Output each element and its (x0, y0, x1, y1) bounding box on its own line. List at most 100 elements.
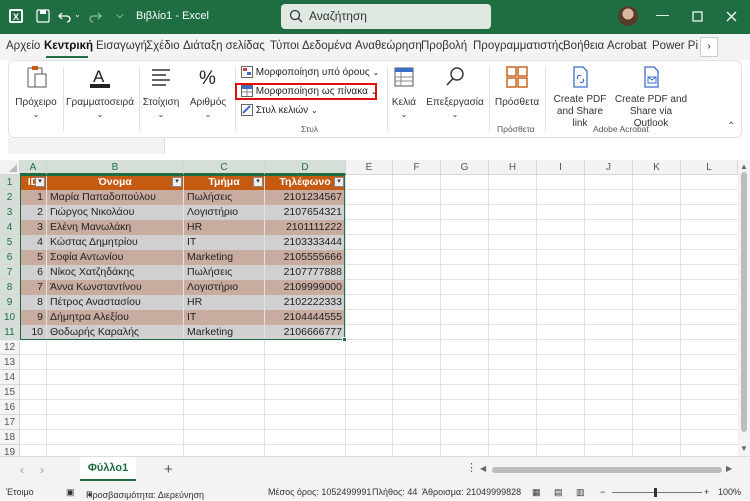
row-header-3[interactable]: 3 (0, 205, 20, 220)
page-break-view-icon[interactable]: ▥ (576, 487, 585, 498)
tab-formulas[interactable]: Τύποι (270, 40, 299, 52)
gridline-horizontal (20, 369, 738, 370)
minimize-icon[interactable]: — (656, 7, 669, 22)
alignment-button[interactable]: Στοίχιση ⌄ (141, 65, 181, 121)
column-header-e[interactable]: E (346, 160, 393, 175)
tab-design[interactable]: Σχέδιο (146, 40, 180, 52)
create-pdf-outlook-button[interactable]: Create PDF and Share via Outlook (613, 65, 689, 130)
avatar[interactable] (618, 6, 638, 26)
row-header-11[interactable]: 11 (0, 325, 20, 340)
scroll-up-icon[interactable]: ▲ (740, 162, 748, 171)
styles-group-label: Στυλ (301, 124, 319, 134)
row-header-12[interactable]: 12 (0, 340, 20, 355)
font-button[interactable]: A Γραμματοσειρά ⌄ (65, 65, 135, 121)
row-header-16[interactable]: 16 (0, 400, 20, 415)
column-header-b[interactable]: B (47, 160, 184, 175)
ribbon-collapse-icon[interactable]: ⌃ (727, 121, 735, 132)
tab-page-layout[interactable]: Διάταξη σελίδας (183, 40, 265, 52)
normal-view-icon[interactable]: ▦ (532, 487, 541, 498)
tab-developer[interactable]: Προγραμματιστής (473, 40, 564, 52)
zoom-slider-thumb[interactable] (654, 488, 657, 497)
row-header-2[interactable]: 2 (0, 190, 20, 205)
add-sheet-icon[interactable]: + (164, 461, 173, 478)
column-header-h[interactable]: H (489, 160, 537, 175)
gridline-horizontal (20, 414, 738, 415)
alignment-label: Στοίχιση (142, 97, 180, 108)
scroll-down-icon[interactable]: ▼ (740, 444, 748, 453)
cell-styles-button[interactable]: Στυλ κελιών ⌄ (241, 103, 361, 119)
column-header-i[interactable]: I (537, 160, 585, 175)
maximize-icon[interactable] (692, 11, 703, 22)
clipboard-button[interactable]: Πρόχειρο ⌄ (11, 65, 61, 121)
worksheet-grid[interactable]: ABCDEFGHIJKL 1 2 3 4 5 6 7 8 9 10 11 12 13 14 15 16 17 18… (0, 160, 738, 456)
column-header-j[interactable]: J (585, 160, 633, 175)
scroll-right-icon[interactable]: ▶ (726, 464, 732, 473)
zoom-slider[interactable] (612, 488, 702, 497)
page-layout-view-icon[interactable]: ▤ (554, 487, 563, 498)
undo-dropdown-icon[interactable]: ⌄ (74, 10, 81, 19)
row-header-14[interactable]: 14 (0, 370, 20, 385)
tab-insert[interactable]: Εισαγωγή (96, 40, 147, 52)
next-sheet-icon[interactable]: › (40, 463, 44, 477)
tab-acrobat[interactable]: Acrobat (607, 40, 647, 52)
sheet-options-icon[interactable]: ⋮ (466, 461, 477, 474)
tab-power-pivot[interactable]: Power Pivot (652, 40, 698, 52)
row-header-18[interactable]: 18 (0, 430, 20, 445)
autosave-save-icon[interactable] (36, 9, 50, 23)
create-pdf-share-link-button[interactable]: Create PDF and Share link (549, 65, 611, 130)
sheet-tab-active[interactable]: Φύλλο1 (80, 457, 136, 481)
column-header-a[interactable]: A (20, 160, 47, 175)
row-header-8[interactable]: 8 (0, 280, 20, 295)
row-header-10[interactable]: 10 (0, 310, 20, 325)
zoom-out-icon[interactable]: − (600, 487, 605, 497)
column-header-c[interactable]: C (184, 160, 265, 175)
zoom-level[interactable]: 100% (718, 487, 741, 497)
format-as-table-button[interactable]: Μορφοποίηση ως πίνακα ⌄ (235, 83, 377, 100)
gridline-horizontal (20, 429, 738, 430)
tab-help[interactable]: Βοήθεια (563, 40, 604, 52)
row-header-17[interactable]: 17 (0, 415, 20, 430)
scroll-left-icon[interactable]: ◀ (480, 464, 486, 473)
editing-label: Επεξεργασία (426, 97, 484, 108)
column-header-g[interactable]: G (441, 160, 489, 175)
tab-view[interactable]: Προβολή (421, 40, 467, 52)
row-header-6[interactable]: 6 (0, 250, 20, 265)
row-header-19[interactable]: 19 (0, 445, 20, 456)
previous-sheet-icon[interactable]: ‹ (20, 463, 24, 477)
select-all-corner[interactable] (0, 160, 20, 175)
undo-icon[interactable] (58, 9, 72, 23)
row-header-9[interactable]: 9 (0, 295, 20, 310)
column-header-l[interactable]: L (681, 160, 738, 175)
row-header-13[interactable]: 13 (0, 355, 20, 370)
row-header-1[interactable]: 1 (0, 175, 20, 190)
column-header-d[interactable]: D (265, 160, 346, 175)
fill-handle[interactable] (342, 337, 347, 342)
vertical-scroll-thumb[interactable] (741, 172, 747, 432)
macro-record-icon[interactable]: ▣ (66, 487, 75, 498)
conditional-formatting-button[interactable]: Μορφοποίηση υπό όρους ⌄ (241, 65, 379, 81)
row-header-4[interactable]: 4 (0, 220, 20, 235)
customize-quick-access-icon[interactable]: ⌵ (116, 10, 124, 21)
row-header-15[interactable]: 15 (0, 385, 20, 400)
tab-file[interactable]: Αρχείο (6, 40, 40, 52)
cells-button[interactable]: Κελιά ⌄ (389, 65, 419, 121)
search-box[interactable]: Αναζήτηση (281, 4, 491, 29)
horizontal-scrollbar[interactable]: ◀ ▶ (480, 464, 736, 475)
horizontal-scroll-thumb[interactable] (492, 467, 722, 473)
editing-button[interactable]: Επεξεργασία ⌄ (425, 65, 485, 121)
number-button[interactable]: % Αριθμός ⌄ (185, 65, 231, 121)
formula-input[interactable] (164, 138, 742, 154)
column-header-k[interactable]: K (633, 160, 681, 175)
addins-button[interactable]: Πρόσθετα (493, 65, 541, 109)
row-header-7[interactable]: 7 (0, 265, 20, 280)
tab-review[interactable]: Αναθεώρηση (355, 40, 422, 52)
close-icon[interactable] (726, 11, 737, 22)
tab-data[interactable]: Δεδομένα (302, 40, 352, 52)
tab-home[interactable]: Κεντρική (44, 40, 93, 52)
zoom-in-icon[interactable]: + (704, 487, 709, 497)
column-header-f[interactable]: F (393, 160, 441, 175)
row-header-5[interactable]: 5 (0, 235, 20, 250)
svg-text:A: A (93, 67, 105, 86)
tabs-scroll-right-button[interactable]: › (700, 37, 718, 57)
vertical-scrollbar[interactable]: ▲ ▼ (738, 160, 750, 456)
